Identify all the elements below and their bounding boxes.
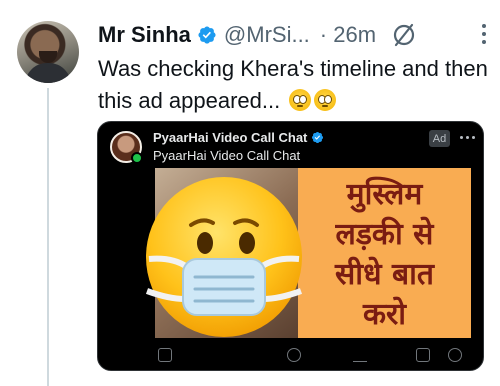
verified-badge-icon xyxy=(312,131,324,144)
ad-subtitle: PyaarHai Video Call Chat xyxy=(153,148,301,163)
like-icon[interactable] xyxy=(287,348,301,362)
ad-banner[interactable]: मुस्लिम लड़की से सीधे बात करो xyxy=(298,168,471,338)
ad-action-bar xyxy=(98,344,483,368)
ad-title-text: PyaarHai Video Call Chat xyxy=(153,130,308,145)
avatar-beard xyxy=(39,51,57,63)
author-name[interactable]: Mr Sinha xyxy=(98,22,191,48)
banner-line-2: लड़की से xyxy=(335,217,434,252)
live-indicator-icon xyxy=(131,152,143,164)
ad-more-icon[interactable] xyxy=(460,136,475,139)
tweet-header: Mr Sinha @MrSi... · 26m xyxy=(98,19,418,51)
rolling-eyes-emoji-icon xyxy=(314,89,337,111)
bookmark-icon[interactable] xyxy=(416,348,430,362)
grok-icon[interactable] xyxy=(390,21,418,49)
verified-badge-icon xyxy=(198,26,216,44)
avatar-shirt xyxy=(25,63,71,83)
banner-line-3: सीधे बात xyxy=(335,257,434,292)
ad-title[interactable]: PyaarHai Video Call Chat xyxy=(153,130,324,145)
thread-line xyxy=(47,88,49,386)
views-icon[interactable] xyxy=(353,348,367,362)
author-handle[interactable]: @MrSi... xyxy=(224,22,310,48)
share-icon[interactable] xyxy=(448,348,462,362)
reply-icon[interactable] xyxy=(158,348,172,362)
tweet-text: Was checking Khera's timeline and then t… xyxy=(98,53,488,117)
more-options-icon[interactable] xyxy=(474,24,494,44)
author-avatar[interactable] xyxy=(17,21,79,83)
banner-line-4: करो xyxy=(362,297,407,332)
tweet-timestamp[interactable]: · 26m xyxy=(320,22,376,48)
rolling-eyes-emoji-icon xyxy=(289,89,312,111)
advertiser-avatar[interactable] xyxy=(110,131,143,164)
ad-badge: Ad xyxy=(429,130,450,147)
banner-line-1: मुस्लिम xyxy=(346,177,423,212)
medical-mask-emoji-icon xyxy=(145,177,303,337)
